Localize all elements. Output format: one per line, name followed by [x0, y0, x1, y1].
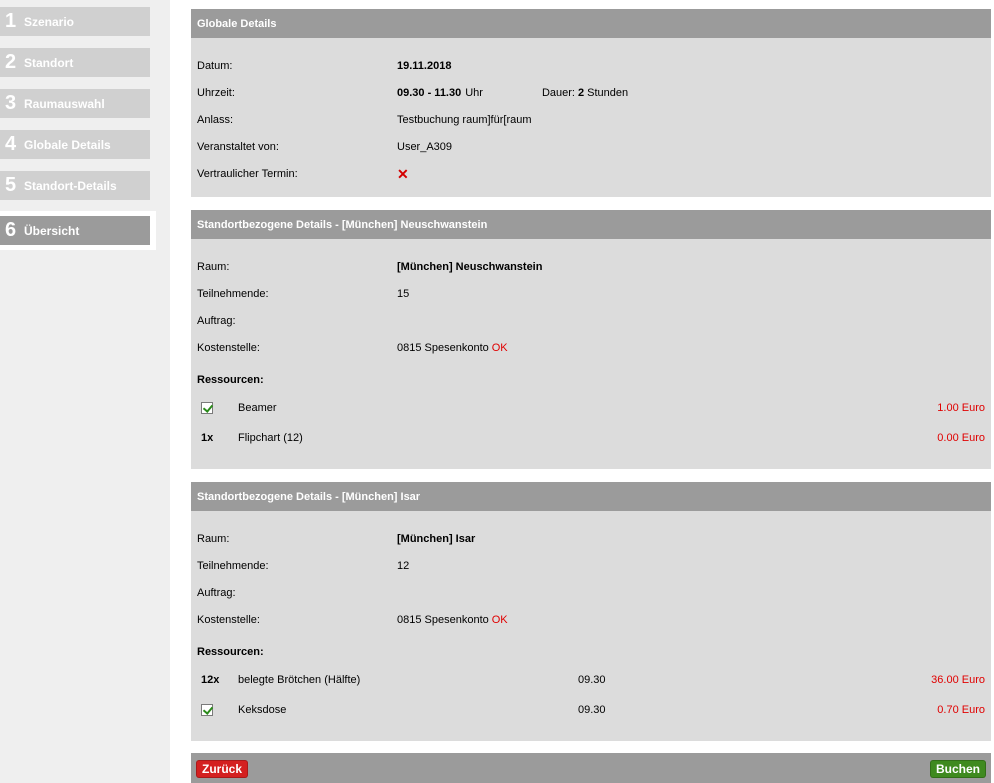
- panel-title: Standortbezogene Details - [München] Neu…: [191, 210, 991, 239]
- auftrag-label: Auftrag:: [197, 587, 236, 599]
- checkbox-checked-icon: [201, 402, 213, 414]
- dauer-unit: Stunden: [587, 87, 629, 99]
- step-number: 2: [5, 51, 17, 73]
- step-label: Raumauswahl: [24, 96, 105, 111]
- resource-name: Beamer: [238, 402, 277, 414]
- cross-icon: ✕: [397, 166, 409, 182]
- step-label: Standort: [24, 55, 74, 70]
- resource-name: Keksdose: [238, 704, 287, 716]
- teilnehmende-value: 12: [397, 560, 410, 572]
- kostenstelle-label: Kostenstelle:: [197, 342, 260, 354]
- step-number: 3: [5, 92, 17, 114]
- anlass-row: Anlass: Testbuchung raum]für[raum: [197, 112, 985, 128]
- step-standort[interactable]: 2 Standort: [0, 48, 150, 77]
- step-globale-details[interactable]: 4 Globale Details: [0, 130, 150, 159]
- resource-name: belegte Brötchen (Hälfte): [238, 674, 361, 686]
- resource-row: 1x Flipchart (12) 0.00 Euro: [197, 430, 985, 446]
- dauer-value: 2: [578, 87, 585, 99]
- step-number: 5: [5, 174, 17, 196]
- site-details-panel: Standortbezogene Details - [München] Isa…: [191, 482, 991, 741]
- wizard-sidebar: 1 Szenario 2 Standort 3 Raumauswahl 4 Gl…: [0, 0, 170, 783]
- global-details-panel: Globale Details Datum: 19.11.2018 Uhrzei…: [191, 9, 991, 197]
- anlass-label: Anlass:: [197, 114, 234, 126]
- raum-row: Raum: [München] Neuschwanstein: [197, 259, 985, 275]
- step-label: Globale Details: [24, 137, 111, 152]
- resource-row: Beamer 1.00 Euro: [197, 400, 985, 416]
- uhrzeit-unit: Uhr: [465, 87, 483, 99]
- resource-row: Keksdose 09.30 0.70 Euro: [197, 702, 985, 718]
- book-button[interactable]: Buchen: [929, 760, 986, 778]
- kostenstelle-status: OK: [491, 342, 508, 354]
- ressourcen-heading: Ressourcen:: [197, 374, 264, 386]
- step-label: Übersicht: [24, 223, 80, 238]
- teilnehmende-label: Teilnehmende:: [197, 560, 269, 572]
- back-button[interactable]: Zurück: [196, 760, 249, 778]
- veranstaltet-value: User_A309: [397, 141, 453, 153]
- step-number: 1: [5, 10, 17, 32]
- vertraulich-row: Vertraulicher Termin: ✕: [197, 166, 985, 182]
- resource-price: 0.70 Euro: [937, 704, 985, 716]
- step-label: Szenario: [24, 14, 75, 29]
- auftrag-label: Auftrag:: [197, 315, 236, 327]
- active-step-highlight: 6 Übersicht: [0, 211, 156, 250]
- action-bar: Zurück Buchen: [191, 753, 991, 783]
- raum-row: Raum: [München] Isar: [197, 531, 985, 547]
- uhrzeit-value: 09.30 - 11.30: [397, 87, 462, 99]
- veranstaltet-row: Veranstaltet von: User_A309: [197, 139, 985, 155]
- step-raumauswahl[interactable]: 3 Raumauswahl: [0, 89, 150, 118]
- kostenstelle-row: Kostenstelle: 0815 Spesenkonto OK: [197, 340, 985, 356]
- step-label: Standort-Details: [24, 178, 117, 193]
- checkbox-checked-icon: [201, 704, 213, 716]
- datum-label: Datum:: [197, 60, 233, 72]
- raum-label: Raum:: [197, 533, 230, 545]
- step-standort-details[interactable]: 5 Standort-Details: [0, 171, 150, 200]
- resource-qty: 12x: [201, 674, 220, 686]
- dauer-label: Dauer:: [541, 87, 575, 99]
- resource-price: 0.00 Euro: [937, 432, 985, 444]
- uhrzeit-row: Uhrzeit: 09.30 - 11.30 Uhr Dauer: 2 Stun…: [197, 85, 985, 101]
- kostenstelle-value: 0815 Spesenkonto: [397, 342, 489, 354]
- anlass-value: Testbuchung raum]für[raum: [397, 114, 532, 126]
- step-number: 6: [5, 219, 17, 241]
- veranstaltet-label: Veranstaltet von:: [197, 141, 279, 153]
- kostenstelle-row: Kostenstelle: 0815 Spesenkonto OK: [197, 612, 985, 628]
- teilnehmende-row: Teilnehmende: 12: [197, 558, 985, 574]
- vertraulich-label: Vertraulicher Termin:: [197, 168, 298, 180]
- resource-row: 12x belegte Brötchen (Hälfte) 09.30 36.0…: [197, 672, 985, 688]
- teilnehmende-value: 15: [397, 288, 410, 300]
- uhrzeit-label: Uhrzeit:: [197, 87, 235, 99]
- raum-value: [München] Neuschwanstein: [397, 261, 543, 273]
- datum-row: Datum: 19.11.2018: [197, 58, 985, 74]
- step-szenario[interactable]: 1 Szenario: [0, 7, 150, 36]
- auftrag-row: Auftrag:: [197, 313, 985, 329]
- datum-value: 19.11.2018: [397, 60, 452, 72]
- step-uebersicht[interactable]: 6 Übersicht: [0, 216, 150, 245]
- step-number: 4: [5, 133, 17, 155]
- raum-label: Raum:: [197, 261, 230, 273]
- kostenstelle-status: OK: [491, 614, 508, 626]
- resource-name: Flipchart (12): [238, 432, 303, 444]
- panel-title: Globale Details: [191, 9, 991, 38]
- resource-time: 09.30: [578, 704, 606, 716]
- teilnehmende-row: Teilnehmende: 15: [197, 286, 985, 302]
- resource-price: 36.00 Euro: [931, 674, 985, 686]
- resource-qty: 1x: [201, 432, 214, 444]
- auftrag-row: Auftrag:: [197, 585, 985, 601]
- site-details-panel: Standortbezogene Details - [München] Neu…: [191, 210, 991, 469]
- raum-value: [München] Isar: [397, 533, 476, 545]
- teilnehmende-label: Teilnehmende:: [197, 288, 269, 300]
- resource-price: 1.00 Euro: [937, 402, 985, 414]
- ressourcen-heading: Ressourcen:: [197, 646, 264, 658]
- panel-title: Standortbezogene Details - [München] Isa…: [191, 482, 991, 511]
- kostenstelle-value: 0815 Spesenkonto: [397, 614, 489, 626]
- resource-time: 09.30: [578, 674, 606, 686]
- kostenstelle-label: Kostenstelle:: [197, 614, 260, 626]
